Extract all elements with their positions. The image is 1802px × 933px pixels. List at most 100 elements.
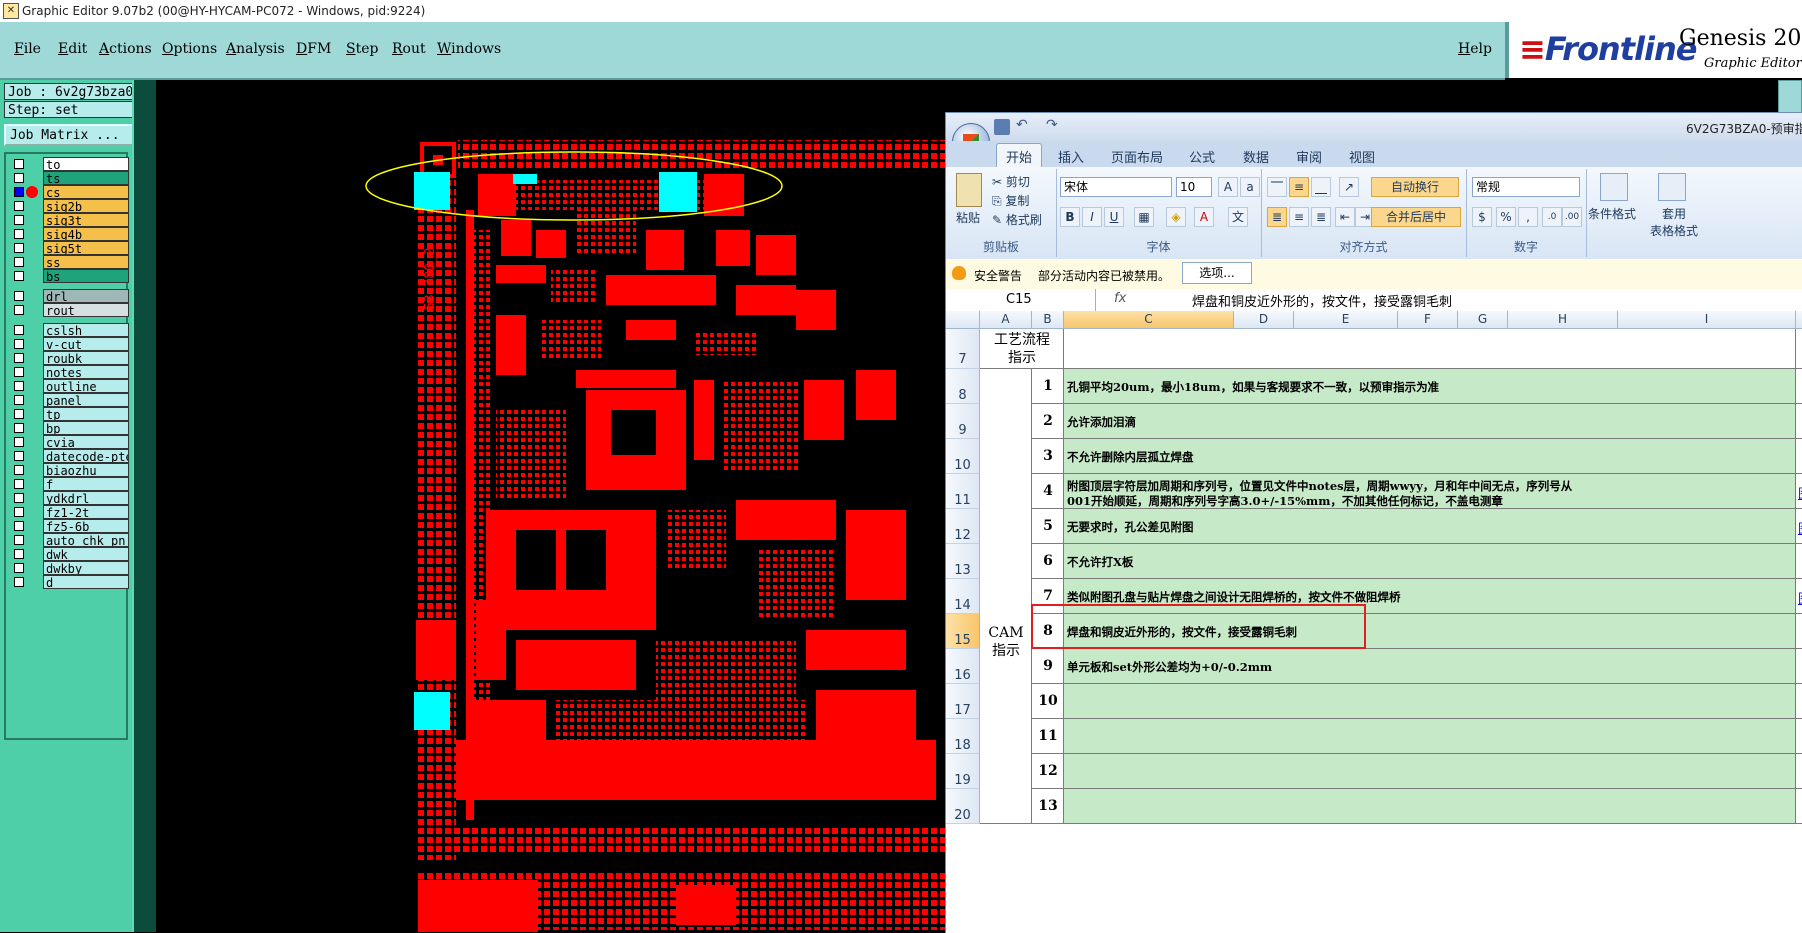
row-header[interactable]: 17 (946, 684, 980, 719)
menu-step[interactable]: Step (346, 41, 378, 57)
layer-name[interactable]: sig4b (43, 227, 129, 241)
layer-name[interactable]: dwkby (43, 561, 129, 575)
conditional-format-icon[interactable] (1600, 173, 1628, 201)
layer-checkbox[interactable] (14, 229, 24, 239)
column-header[interactable]: H (1508, 311, 1618, 329)
layer-checkbox[interactable] (14, 339, 24, 349)
layer-row-tp[interactable]: tp (8, 407, 129, 421)
layer-checkbox[interactable] (14, 563, 24, 573)
row-header[interactable]: 16 (946, 649, 980, 684)
figure-link-cell[interactable] (1796, 439, 1802, 474)
layer-name[interactable]: cvia (43, 435, 129, 449)
merge-center-button[interactable]: 合并后居中 (1371, 207, 1461, 227)
undo-icon[interactable]: ↶ (1016, 117, 1028, 133)
layer-row-ts[interactable]: ts (8, 171, 129, 185)
layer-name[interactable]: bp (43, 421, 129, 435)
figure-link-cell[interactable] (1796, 329, 1802, 369)
tab-view[interactable]: 视图 (1349, 147, 1375, 166)
layer-checkbox[interactable] (14, 437, 24, 447)
menu-dfm[interactable]: DFM (296, 41, 331, 57)
row-header[interactable]: 7 (946, 329, 980, 369)
column-header[interactable]: C (1064, 311, 1234, 329)
layer-checkbox[interactable] (14, 291, 24, 301)
column-header[interactable]: I (1618, 311, 1796, 329)
layer-row-fz5-6b[interactable]: fz5-6b (8, 519, 129, 533)
row-header[interactable]: 10 (946, 439, 980, 474)
layer-name[interactable]: notes (43, 365, 129, 379)
font-size-select[interactable]: 10 (1176, 177, 1212, 197)
column-header[interactable]: D (1234, 311, 1294, 329)
layer-checkbox[interactable] (14, 201, 24, 211)
layer-checkbox[interactable] (14, 507, 24, 517)
currency-icon[interactable]: $ (1472, 207, 1492, 227)
instruction-cell[interactable]: 孔铜平均20um，最小18um，如果与客规要求不一致，以预审指示为准 (1064, 369, 1796, 404)
phonetic-icon[interactable]: 文 (1228, 207, 1248, 227)
layer-checkbox[interactable] (14, 353, 24, 363)
row-header[interactable]: 14 (946, 579, 980, 614)
figure-link-cell[interactable] (1796, 369, 1802, 404)
step-number-cell[interactable]: 1 (1032, 369, 1064, 404)
layer-checkbox[interactable] (14, 549, 24, 559)
layer-row-notes[interactable]: notes (8, 365, 129, 379)
layer-row-cslsh[interactable]: cslsh (8, 323, 129, 337)
font-color-icon[interactable]: A (1194, 207, 1214, 227)
align-center-icon[interactable]: ≡ (1289, 207, 1309, 227)
menu-rout[interactable]: Rout (392, 41, 426, 57)
layer-row-datecode-pte[interactable]: datecode-pte (8, 449, 129, 463)
paste-button[interactable]: 粘贴 (956, 209, 980, 226)
font-name-select[interactable]: 宋体 (1060, 177, 1172, 197)
instruction-cell[interactable]: 单元板和set外形公差均为+0/-0.2mm (1064, 649, 1796, 684)
paste-icon[interactable] (956, 173, 982, 207)
layer-name[interactable]: ss (43, 255, 129, 269)
grow-font-icon[interactable]: A (1218, 177, 1238, 197)
layer-row-to[interactable]: to (8, 157, 129, 171)
layer-row-outline[interactable]: outline (8, 379, 129, 393)
layer-row-sig4b[interactable]: sig4b (8, 227, 129, 241)
layer-row-bs[interactable]: bs (8, 269, 129, 283)
layer-name[interactable]: roubk (43, 351, 129, 365)
column-header[interactable]: F (1398, 311, 1458, 329)
layer-checkbox[interactable] (14, 451, 24, 461)
layer-name[interactable]: cslsh (43, 323, 129, 337)
align-bottom-icon[interactable]: ⎽ (1311, 177, 1331, 197)
step-number-cell[interactable]: 9 (1032, 649, 1064, 684)
layer-name[interactable]: sig3t (43, 213, 129, 227)
row-header[interactable]: 18 (946, 719, 980, 754)
step-number-cell[interactable]: 13 (1032, 789, 1064, 824)
layer-row-auto_chk_pn[interactable]: auto_chk_pn (8, 533, 129, 547)
wrap-text-button[interactable]: 自动换行 (1371, 177, 1459, 197)
layer-name[interactable]: cs (43, 185, 129, 199)
figure-link-cell[interactable]: 图2(fig2)' (1796, 509, 1802, 544)
layer-name[interactable]: auto_chk_pn (43, 533, 129, 547)
layer-row-biaozhu[interactable]: biaozhu (8, 463, 129, 477)
layer-checkbox[interactable] (14, 325, 24, 335)
figure-link-cell[interactable]: 图1(fig1)' (1796, 474, 1802, 509)
tab-page-layout[interactable]: 页面布局 (1111, 147, 1163, 166)
copy-button[interactable]: ⎘ 复制 (992, 192, 1029, 209)
figure-link-cell[interactable] (1796, 614, 1802, 649)
row-header[interactable]: 8 (946, 369, 980, 404)
conditional-format-button[interactable]: 条件格式 (1588, 205, 1636, 222)
step-number-cell[interactable]: 3 (1032, 439, 1064, 474)
underline-icon[interactable]: U (1104, 207, 1124, 227)
clipboard-icon[interactable] (1778, 80, 1802, 114)
layer-name[interactable]: tp (43, 407, 129, 421)
layer-name[interactable]: fz1-2t (43, 505, 129, 519)
row-header[interactable]: 12 (946, 509, 980, 544)
instruction-cell[interactable] (1064, 684, 1796, 719)
step-number-cell[interactable]: 10 (1032, 684, 1064, 719)
layer-checkbox[interactable] (14, 381, 24, 391)
row-header[interactable]: 11 (946, 474, 980, 509)
instruction-cell[interactable]: 附图顶层字符层加周期和序列号，位置见文件中notes层，周期wwyy，月和年中间… (1064, 474, 1796, 509)
tab-review[interactable]: 审阅 (1296, 147, 1322, 166)
layer-row-cvia[interactable]: cvia (8, 435, 129, 449)
select-all-corner[interactable] (946, 311, 980, 329)
table-format-button[interactable]: 套用 表格格式 (1650, 205, 1698, 239)
layer-row-sig5t[interactable]: sig5t (8, 241, 129, 255)
row-header[interactable]: 15 (946, 614, 980, 649)
layer-name[interactable]: to (43, 157, 129, 171)
layer-name[interactable]: ts (43, 171, 129, 185)
menu-windows[interactable]: Windows (437, 41, 501, 57)
redo-icon[interactable]: ↷ (1046, 117, 1058, 133)
shrink-font-icon[interactable]: a (1240, 177, 1260, 197)
